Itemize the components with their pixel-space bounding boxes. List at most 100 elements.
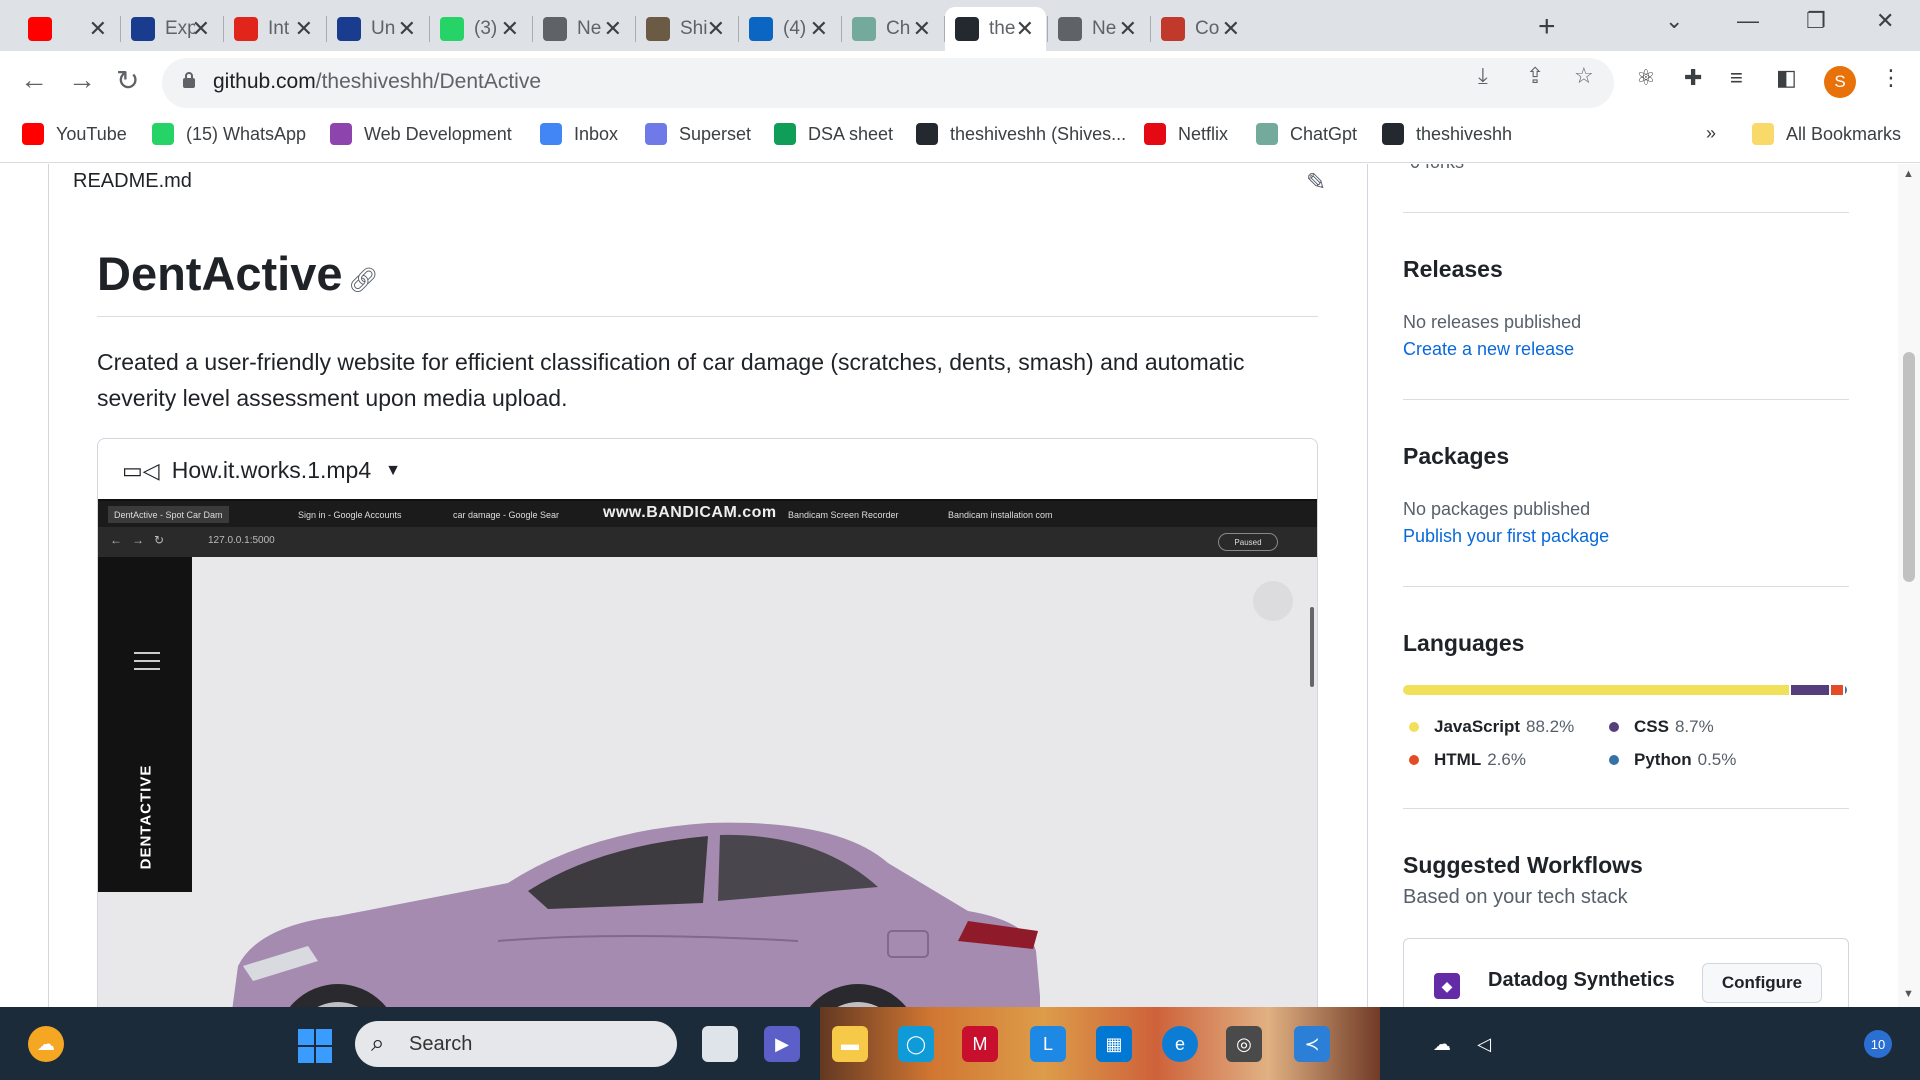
close-tab-icon[interactable]: ✕ xyxy=(398,16,416,42)
bookmarks-overflow-button[interactable]: » xyxy=(1706,123,1716,144)
un-icon xyxy=(337,17,361,41)
bookmark-item[interactable]: Netflix xyxy=(1144,123,1228,145)
video-file-toggle[interactable]: ▭◁ How.it.works.1.mp4 ▼ xyxy=(122,457,401,484)
close-tab-icon[interactable]: ✕ xyxy=(913,16,931,42)
extensions-icon[interactable]: ✚ xyxy=(1684,65,1702,91)
notification-badge[interactable]: 10 xyxy=(1864,1030,1892,1058)
address-bar[interactable]: github.com/theshiveshh/DentActive xyxy=(162,58,1614,108)
reload-icon[interactable]: ↻ xyxy=(116,64,139,97)
browser-tab[interactable]: Ne ✕ xyxy=(533,7,634,51)
side-panel-icon[interactable]: ◧ xyxy=(1776,65,1797,91)
react-devtools-icon[interactable]: ⚛ xyxy=(1636,65,1656,91)
browser-tab[interactable]: (3) ✕ xyxy=(430,7,531,51)
start-button[interactable] xyxy=(298,1029,332,1063)
chatgpt-icon xyxy=(852,17,876,41)
restore-button[interactable]: ❐ xyxy=(1806,8,1826,34)
bookmark-item[interactable]: (15) WhatsApp xyxy=(152,123,306,145)
language-name: Python xyxy=(1634,750,1692,769)
close-tab-icon[interactable]: ✕ xyxy=(810,16,828,42)
task-view-icon[interactable] xyxy=(702,1026,738,1062)
forks-count[interactable]: 0 forks xyxy=(1410,164,1464,173)
browser-tab[interactable]: Un ✕ xyxy=(327,7,428,51)
configure-button[interactable]: Configure xyxy=(1702,963,1822,1003)
bookmark-item[interactable]: Superset xyxy=(645,123,751,145)
back-icon[interactable]: ← xyxy=(20,64,48,96)
file-explorer-icon[interactable]: ▬ xyxy=(832,1026,868,1062)
readme-filename[interactable]: README.md xyxy=(73,170,192,193)
close-tab-icon[interactable]: ✕ xyxy=(1119,16,1137,42)
close-window-button[interactable]: ✕ xyxy=(1876,8,1894,34)
google-icon xyxy=(540,123,562,145)
browser-tab[interactable]: Exp ✕ xyxy=(121,7,222,51)
browser-tab[interactable]: Shi ✕ xyxy=(636,7,737,51)
edge-icon[interactable]: e xyxy=(1162,1026,1198,1062)
edit-pencil-icon[interactable]: ✎ xyxy=(1306,168,1326,197)
all-bookmarks-button[interactable]: All Bookmarks xyxy=(1752,123,1901,145)
chrome-icon[interactable]: ◎ xyxy=(1226,1026,1262,1062)
browser-tab[interactable]: Ne ✕ xyxy=(1048,7,1149,51)
purple-car-image xyxy=(232,822,1040,1007)
language-item[interactable]: HTML 2.6% xyxy=(1409,750,1526,770)
bookmark-label: Inbox xyxy=(574,123,619,144)
browser-tab[interactable]: Ch ✕ xyxy=(842,7,943,51)
browser-tab[interactable]: the ✕ xyxy=(945,7,1046,51)
releases-heading[interactable]: Releases xyxy=(1403,256,1503,283)
browser-tab[interactable]: Co ✕ xyxy=(1151,7,1252,51)
close-tab-icon[interactable]: ✕ xyxy=(192,16,210,42)
profile-avatar[interactable]: S xyxy=(1824,66,1856,98)
menu-icon[interactable]: ⋮ xyxy=(1880,65,1902,91)
title-divider xyxy=(97,316,1318,317)
new-tab-button[interactable]: + xyxy=(1538,10,1556,44)
media-queue-icon[interactable]: ≡ xyxy=(1730,65,1743,91)
bookmark-item[interactable]: DSA sheet xyxy=(774,123,893,145)
minimize-button[interactable]: — xyxy=(1737,8,1759,34)
browser-tab[interactable]: Int ✕ xyxy=(224,7,325,51)
close-tab-icon[interactable]: ✕ xyxy=(1222,16,1240,42)
copilot-icon[interactable]: ◁ xyxy=(1466,1026,1502,1062)
tab-title: Ch xyxy=(886,18,911,39)
scrollbar-thumb[interactable] xyxy=(1903,352,1915,582)
bookmark-item[interactable]: YouTube xyxy=(22,123,127,145)
onedrive-icon[interactable]: ☁ xyxy=(1424,1026,1460,1062)
language-item[interactable]: Python 0.5% xyxy=(1609,750,1736,770)
bookmark-item[interactable]: theshiveshh (Shives... xyxy=(916,123,1126,145)
install-app-icon[interactable]: ⤓ xyxy=(1478,63,1488,89)
alexa-icon[interactable]: ◯ xyxy=(898,1026,934,1062)
packages-heading[interactable]: Packages xyxy=(1403,443,1509,470)
taskbar-search[interactable]: ⌕ Search xyxy=(355,1021,677,1067)
store-icon[interactable]: ▦ xyxy=(1096,1026,1132,1062)
scroll-down-icon[interactable]: ▼ xyxy=(1903,988,1914,1000)
language-item[interactable]: JavaScript 88.2% xyxy=(1409,717,1574,737)
create-release-link[interactable]: Create a new release xyxy=(1403,339,1574,360)
close-tab-icon[interactable]: ✕ xyxy=(295,16,313,42)
page-scrollbar[interactable]: ▲ ▼ xyxy=(1898,164,1920,1007)
teams-icon[interactable]: ▶ xyxy=(764,1026,800,1062)
mcafee-icon[interactable]: M xyxy=(962,1026,998,1062)
bookmark-label: DSA sheet xyxy=(808,123,894,144)
close-tab-icon[interactable]: ✕ xyxy=(501,16,519,42)
vscode-icon[interactable]: ≺ xyxy=(1294,1026,1330,1062)
close-tab-icon[interactable]: ✕ xyxy=(89,16,107,42)
bookmark-item[interactable]: Web Development xyxy=(330,123,512,145)
bookmark-star-icon[interactable]: ☆ xyxy=(1574,63,1594,89)
forward-icon[interactable]: → xyxy=(68,64,96,96)
weather-icon[interactable]: ☁ xyxy=(28,1026,64,1062)
close-tab-icon[interactable]: ✕ xyxy=(604,16,622,42)
bookmark-item[interactable]: ChatGpt xyxy=(1256,123,1357,145)
publish-package-link[interactable]: Publish your first package xyxy=(1403,526,1609,547)
github-icon xyxy=(916,123,938,145)
tab-search-icon[interactable]: ⌄ xyxy=(1665,8,1683,34)
close-tab-icon[interactable]: ✕ xyxy=(707,16,725,42)
share-icon[interactable]: ⇪ xyxy=(1526,63,1544,89)
close-tab-icon[interactable]: ✕ xyxy=(1016,16,1034,42)
browser-tab[interactable]: ✕ xyxy=(18,7,119,51)
scroll-up-icon[interactable]: ▲ xyxy=(1903,168,1914,180)
bookmark-item[interactable]: Inbox xyxy=(540,123,618,145)
language-item[interactable]: CSS 8.7% xyxy=(1609,717,1714,737)
bookmark-item[interactable]: theshiveshh xyxy=(1382,123,1512,145)
language-bar-segment xyxy=(1403,685,1790,695)
browser-tab[interactable]: (4) ✕ xyxy=(739,7,840,51)
lens-icon[interactable]: L xyxy=(1030,1026,1066,1062)
anchor-link-icon[interactable]: 🔗︎ xyxy=(348,266,378,295)
video-player[interactable]: DentActive - Spot Car Dam Sign in - Goog… xyxy=(98,499,1317,1007)
